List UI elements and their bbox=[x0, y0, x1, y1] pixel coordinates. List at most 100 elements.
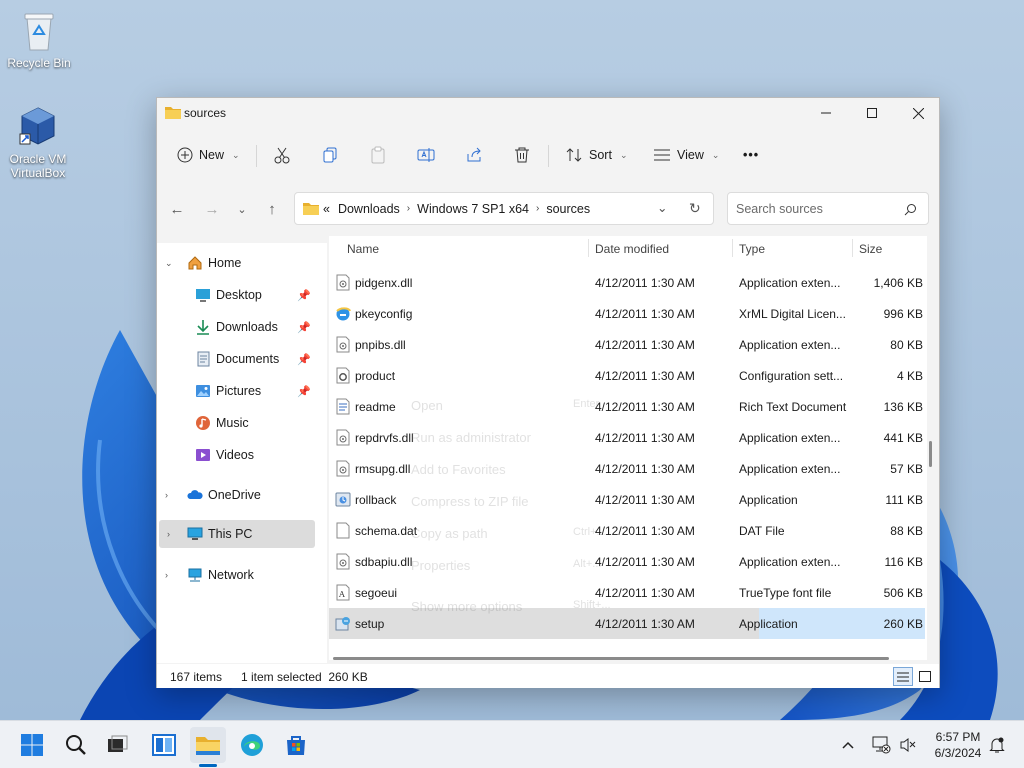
active-app-indicator bbox=[199, 764, 217, 767]
back-button[interactable]: ← bbox=[165, 197, 189, 221]
tiles-view-button[interactable] bbox=[915, 667, 935, 686]
column-header-size[interactable]: Size bbox=[859, 242, 882, 256]
breadcrumb-overflow[interactable]: « bbox=[323, 202, 330, 216]
start-button[interactable] bbox=[14, 727, 50, 763]
task-view-button[interactable] bbox=[100, 727, 136, 763]
refresh-icon[interactable]: ↻ bbox=[689, 200, 701, 217]
paste-button[interactable] bbox=[369, 139, 387, 171]
desktop-icon-recycle-bin[interactable]: Recycle Bin bbox=[1, 8, 77, 70]
pin-icon[interactable]: 📌 bbox=[297, 385, 311, 398]
store-button[interactable] bbox=[278, 727, 314, 763]
folder-icon bbox=[196, 737, 220, 755]
chevron-right-icon[interactable]: › bbox=[407, 203, 410, 214]
file-name: repdrvfs.dll bbox=[355, 431, 414, 445]
desktop-icon-label: Recycle Bin bbox=[7, 56, 71, 70]
cut-button[interactable] bbox=[273, 139, 291, 171]
clock[interactable]: 6:57 PM 6/3/2024 bbox=[928, 729, 988, 761]
nav-item-network[interactable]: › Network bbox=[157, 561, 313, 589]
vertical-scrollbar[interactable] bbox=[929, 441, 932, 467]
nav-label: Pictures bbox=[216, 384, 262, 398]
search-button[interactable] bbox=[58, 727, 94, 763]
notifications-button[interactable] bbox=[984, 727, 1010, 763]
file-row[interactable]: product 4/12/2011 1:30 AM Configuration se… bbox=[329, 360, 925, 391]
column-divider[interactable] bbox=[852, 239, 853, 257]
virtualbox-icon bbox=[19, 107, 55, 145]
file-name: product bbox=[355, 369, 396, 383]
file-row[interactable]: pkeyconfig 4/12/2011 1:30 AM XrML Digital … bbox=[329, 298, 925, 329]
pin-icon[interactable]: 📌 bbox=[297, 289, 311, 302]
ghost-menu-item: Run as administrator bbox=[411, 430, 531, 445]
view-button[interactable]: View ⌄ bbox=[653, 139, 719, 171]
breadcrumb-downloads[interactable]: Downloads bbox=[338, 202, 400, 216]
nav-item-home[interactable]: ⌄ Home bbox=[157, 249, 313, 277]
widgets-button[interactable] bbox=[146, 727, 182, 763]
file-date: 4/12/2011 1:30 AM bbox=[595, 431, 695, 445]
file-date: 4/12/2011 1:30 AM bbox=[595, 369, 695, 383]
pin-icon[interactable]: 📌 bbox=[297, 353, 311, 366]
nav-item-videos[interactable]: Videos bbox=[157, 441, 313, 469]
column-header-type[interactable]: Type bbox=[739, 242, 765, 256]
address-dropdown-icon[interactable]: ⌄ bbox=[657, 200, 667, 215]
share-button[interactable] bbox=[465, 139, 483, 171]
rename-button[interactable] bbox=[417, 139, 435, 171]
file-row[interactable]: pidgenx.dll 4/12/2011 1:30 AM Application … bbox=[329, 267, 925, 298]
pin-icon[interactable]: 📌 bbox=[297, 321, 311, 334]
ghost-menu-item: Show more options bbox=[411, 599, 523, 614]
ghost-menu-shortcut: Shift+... bbox=[573, 599, 611, 611]
title-bar[interactable]: sources bbox=[157, 98, 939, 128]
delete-button[interactable] bbox=[513, 139, 531, 171]
nav-label: Home bbox=[208, 256, 242, 270]
breadcrumb-windows7[interactable]: Windows 7 SP1 x64 bbox=[417, 202, 529, 216]
breadcrumb-sources[interactable]: sources bbox=[546, 202, 590, 216]
recent-locations-button[interactable]: ⌄ bbox=[230, 197, 254, 221]
nav-item-desktop[interactable]: Desktop 📌 bbox=[157, 281, 313, 309]
search-input[interactable]: Search sources bbox=[727, 192, 929, 225]
nav-item-onedrive[interactable]: › OneDrive bbox=[157, 481, 313, 509]
column-divider[interactable] bbox=[732, 239, 733, 257]
address-bar[interactable]: « Downloads › Windows 7 SP1 x64 › source… bbox=[294, 192, 714, 225]
details-view-button[interactable] bbox=[893, 667, 913, 686]
search-placeholder: Search sources bbox=[736, 201, 823, 216]
show-hidden-icons-button[interactable] bbox=[836, 727, 860, 763]
file-type: Application exten... bbox=[739, 276, 841, 290]
nav-item-pictures[interactable]: Pictures 📌 bbox=[157, 377, 313, 405]
network-status-button[interactable] bbox=[866, 727, 896, 763]
forward-button[interactable]: → bbox=[200, 197, 224, 221]
nav-label: Network bbox=[208, 568, 254, 582]
close-button[interactable] bbox=[895, 98, 941, 128]
file-size: 57 KB bbox=[890, 462, 923, 476]
more-options-button[interactable]: ••• bbox=[743, 139, 759, 171]
file-type: Application exten... bbox=[739, 462, 841, 476]
chevron-down-icon[interactable]: ⌄ bbox=[165, 258, 173, 269]
maximize-button[interactable] bbox=[849, 98, 895, 128]
setup-icon bbox=[335, 617, 350, 631]
column-header-name[interactable]: Name bbox=[347, 242, 379, 256]
chevron-down-icon: ⌄ bbox=[232, 149, 240, 160]
minimize-button[interactable] bbox=[803, 98, 849, 128]
column-header-date[interactable]: Date modified bbox=[595, 242, 669, 256]
horizontal-scrollbar[interactable] bbox=[333, 657, 889, 660]
chevron-right-icon[interactable]: › bbox=[167, 529, 170, 539]
file-explorer-taskbar-button[interactable] bbox=[190, 727, 226, 763]
new-button[interactable]: New ⌄ bbox=[177, 139, 240, 171]
desktop-icon-virtualbox[interactable]: Oracle VM VirtualBox bbox=[0, 104, 76, 180]
nav-item-thispc[interactable]: › This PC bbox=[159, 520, 315, 548]
nav-item-music[interactable]: Music bbox=[157, 409, 313, 437]
file-row[interactable]: pnpibs.dll 4/12/2011 1:30 AM Application e… bbox=[329, 329, 925, 360]
column-divider[interactable] bbox=[588, 239, 589, 257]
chevron-right-icon[interactable]: › bbox=[165, 490, 168, 500]
file-size: 88 KB bbox=[890, 524, 923, 538]
volume-button[interactable] bbox=[896, 727, 920, 763]
up-button[interactable]: ↑ bbox=[260, 197, 284, 221]
chevron-right-icon[interactable]: › bbox=[536, 203, 539, 214]
plus-circle-icon bbox=[177, 147, 193, 163]
chevron-right-icon[interactable]: › bbox=[165, 570, 168, 580]
sort-button[interactable]: Sort ⌄ bbox=[565, 139, 627, 171]
file-size: 1,406 KB bbox=[873, 276, 923, 290]
edge-button[interactable] bbox=[234, 727, 270, 763]
nav-item-documents[interactable]: Documents 📌 bbox=[157, 345, 313, 373]
desktop-icon-label: Oracle VM VirtualBox bbox=[9, 152, 67, 180]
dll-icon bbox=[336, 553, 350, 570]
copy-button[interactable] bbox=[321, 139, 339, 171]
nav-item-downloads[interactable]: Downloads 📌 bbox=[157, 313, 313, 341]
